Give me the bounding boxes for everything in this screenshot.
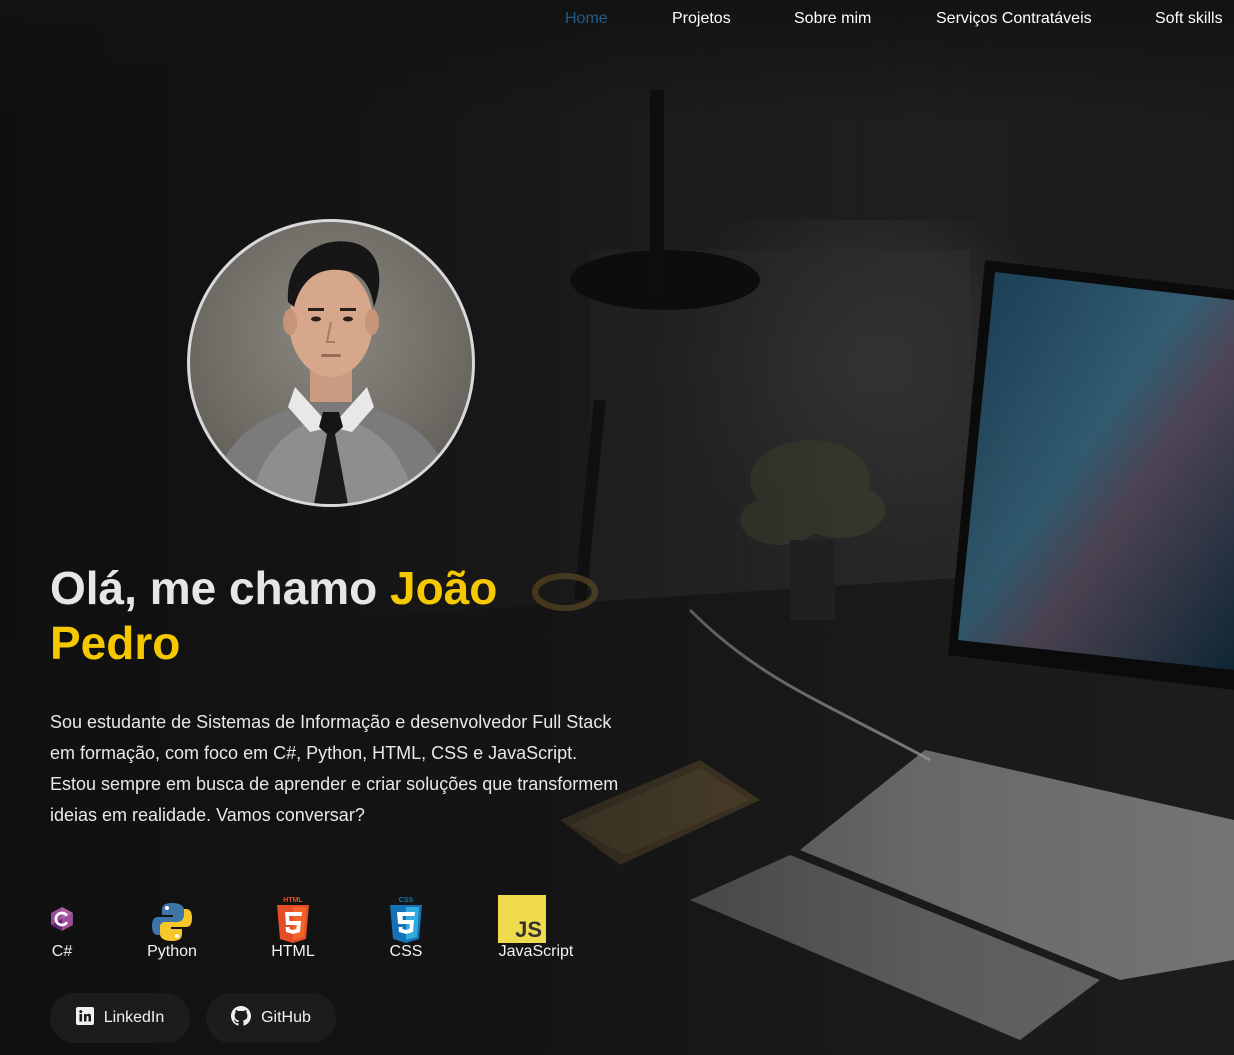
svg-text:HTML: HTML (283, 897, 303, 904)
nav-item-soft-skills[interactable]: Soft skills (1155, 10, 1223, 28)
tech-label-css: CSS (389, 943, 423, 960)
linkedin-label: LinkedIn (103, 1009, 165, 1026)
github-icon (231, 1005, 252, 1031)
tech-label-html: HTML (271, 943, 315, 960)
python-icon (140, 893, 204, 943)
tech-label-csharp: C# (51, 943, 73, 960)
tech-item-javascript: JS JavaScript (498, 893, 574, 961)
javascript-icon: JS (498, 893, 574, 943)
tech-item-css: CSS CSS (386, 893, 426, 961)
hero-bio: Sou estudante de Sistemas de Informação … (50, 712, 619, 825)
css3-icon: CSS (386, 893, 426, 943)
nav-item-home[interactable]: Home (565, 10, 608, 28)
svg-text:CSS: CSS (399, 897, 414, 904)
tech-item-csharp: C# (50, 893, 74, 961)
github-button[interactable]: GitHub (206, 993, 336, 1043)
nav-item-servicos[interactable]: Serviços Contratáveis (936, 10, 1092, 28)
profile-avatar (187, 219, 475, 507)
hero-headline: Olá, me chamo João Pedro (50, 561, 650, 671)
tech-label-python: Python (147, 943, 197, 960)
greeting-text: Olá, me chamo (50, 562, 391, 614)
tech-label-javascript: JavaScript (498, 943, 574, 960)
top-navigation: Home Projetos Sobre mim Serviços Contrat… (0, 0, 1234, 40)
linkedin-icon (75, 1006, 94, 1030)
nav-item-projetos[interactable]: Projetos (672, 10, 731, 28)
linkedin-button[interactable]: LinkedIn (50, 993, 190, 1043)
github-label: GitHub (261, 1009, 311, 1026)
tech-item-python: Python (140, 893, 204, 961)
name-first: João (390, 562, 498, 614)
tech-item-html: HTML HTML (266, 893, 320, 961)
name-last: Pedro (50, 617, 181, 669)
nav-item-sobre-mim[interactable]: Sobre mim (794, 10, 871, 28)
svg-text:JS: JS (515, 917, 542, 942)
html5-icon: HTML (266, 893, 320, 943)
csharp-icon (50, 893, 74, 943)
